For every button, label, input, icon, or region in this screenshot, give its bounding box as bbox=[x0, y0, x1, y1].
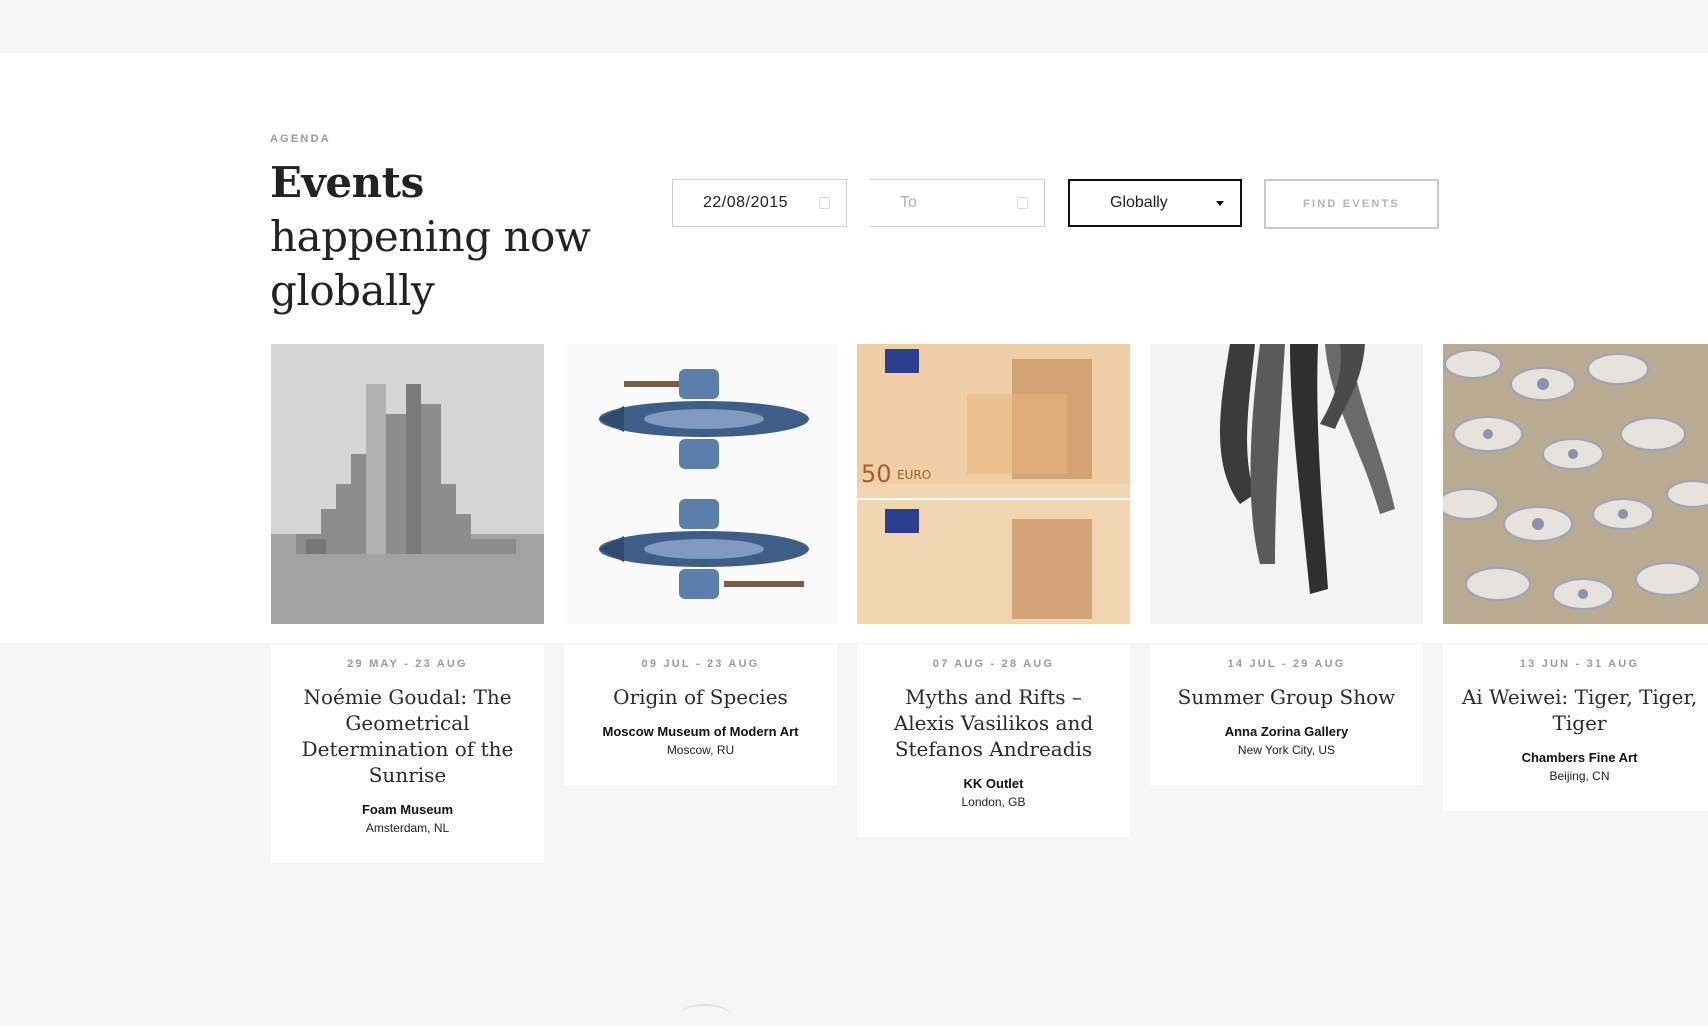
event-venue[interactable]: Foam Museum bbox=[289, 802, 526, 817]
event-image-shark-figures[interactable] bbox=[564, 344, 837, 624]
event-date: 13 JUN - 31 AUG bbox=[1519, 658, 1640, 670]
page-title-rest: happening now globally bbox=[270, 212, 591, 315]
event-venue[interactable]: Chambers Fine Art bbox=[1461, 750, 1698, 765]
banknote-value-text: 50 bbox=[861, 460, 892, 488]
page-title: Events happening now globally bbox=[270, 156, 650, 318]
event-venue[interactable]: KK Outlet bbox=[875, 776, 1112, 791]
event-image-porcelain-shards[interactable] bbox=[1443, 344, 1708, 624]
calendar-icon[interactable] bbox=[1017, 197, 1028, 209]
event-image-concrete-tower[interactable] bbox=[271, 344, 544, 624]
scroll-indicator bbox=[680, 1004, 730, 1026]
event-location: London, GB bbox=[961, 795, 1026, 809]
event-date: 07 AUG - 28 AUG bbox=[932, 658, 1055, 670]
event-card[interactable]: 13 JUN - 31 AUG Ai Weiwei: Tiger, Tiger,… bbox=[1443, 344, 1708, 811]
event-title[interactable]: Myths and Rifts – Alexis Vasilikos and S… bbox=[875, 684, 1112, 762]
event-location: Amsterdam, NL bbox=[365, 821, 450, 835]
location-select[interactable]: Globally bbox=[1068, 179, 1242, 227]
event-title[interactable]: Summer Group Show bbox=[1168, 684, 1405, 710]
event-date: 09 JUL - 23 AUG bbox=[641, 658, 760, 670]
event-card-body: 29 MAY - 23 AUG Noémie Goudal: The Geome… bbox=[271, 644, 544, 863]
date-to-field[interactable]: To bbox=[870, 179, 1045, 227]
event-card-body: 07 AUG - 28 AUG Myths and Rifts – Alexis… bbox=[857, 644, 1130, 837]
date-to-placeholder: To bbox=[900, 194, 917, 211]
section-eyebrow: AGENDA bbox=[270, 133, 331, 145]
date-from-field[interactable]: 22/08/2015 bbox=[672, 179, 847, 227]
event-date: 29 MAY - 23 AUG bbox=[347, 658, 468, 670]
event-card-body: 13 JUN - 31 AUG Ai Weiwei: Tiger, Tiger,… bbox=[1443, 644, 1708, 811]
event-card[interactable]: 29 MAY - 23 AUG Noémie Goudal: The Geome… bbox=[271, 344, 544, 863]
event-title[interactable]: Origin of Species bbox=[582, 684, 819, 710]
event-location: Beijing, CN bbox=[1549, 769, 1610, 783]
top-bar bbox=[0, 0, 1708, 53]
event-card[interactable]: 09 JUL - 23 AUG Origin of Species Moscow… bbox=[564, 344, 837, 785]
calendar-icon[interactable] bbox=[819, 197, 830, 209]
event-venue[interactable]: Moscow Museum of Modern Art bbox=[582, 724, 819, 739]
event-card-body: 14 JUL - 29 AUG Summer Group Show Anna Z… bbox=[1150, 644, 1423, 785]
page-title-bold: Events bbox=[270, 158, 424, 207]
event-image-legs[interactable] bbox=[1150, 344, 1423, 624]
event-location: New York City, US bbox=[1237, 743, 1336, 757]
event-card[interactable]: 14 JUL - 29 AUG Summer Group Show Anna Z… bbox=[1150, 344, 1423, 785]
event-title[interactable]: Noémie Goudal: The Geometrical Determina… bbox=[289, 684, 526, 788]
event-card[interactable]: 50 EURO 07 AUG - 28 AUG Myths and Rifts … bbox=[857, 344, 1130, 837]
find-events-button[interactable]: FIND EVENTS bbox=[1264, 179, 1439, 229]
event-image-banknotes[interactable]: 50 EURO bbox=[857, 344, 1130, 624]
event-location: Moscow, RU bbox=[666, 743, 735, 757]
date-from-value: 22/08/2015 bbox=[703, 194, 789, 211]
event-card-body: 09 JUL - 23 AUG Origin of Species Moscow… bbox=[564, 644, 837, 785]
chevron-down-icon bbox=[1216, 200, 1224, 206]
location-select-value: Globally bbox=[1110, 194, 1168, 211]
event-date: 14 JUL - 29 AUG bbox=[1227, 658, 1346, 670]
event-title[interactable]: Ai Weiwei: Tiger, Tiger, Tiger bbox=[1461, 684, 1698, 736]
banknote-currency-text: EURO bbox=[897, 468, 931, 482]
event-venue[interactable]: Anna Zorina Gallery bbox=[1168, 724, 1405, 739]
